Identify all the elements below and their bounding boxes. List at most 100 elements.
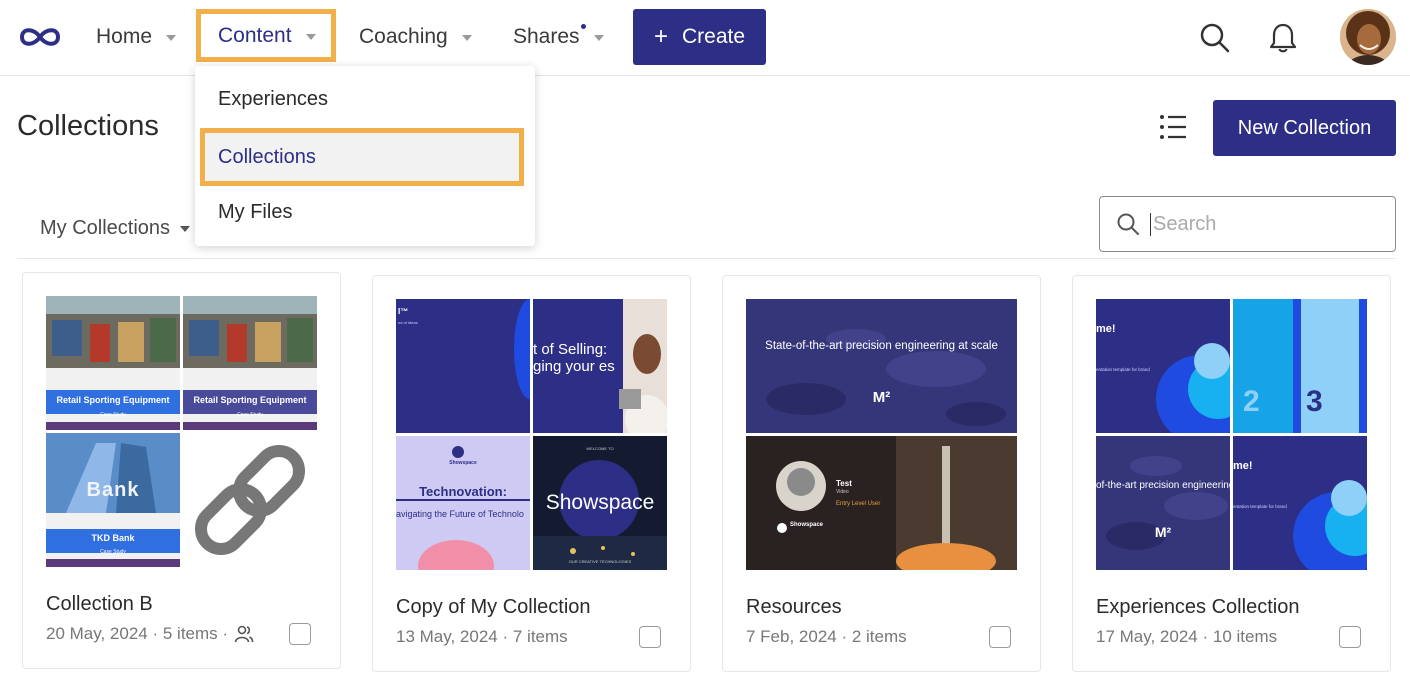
select-checkbox[interactable] — [289, 623, 311, 645]
thumbnail-slide: Showspace Technovation: avigating the Fu… — [396, 436, 530, 570]
thumbnail-slide: of-the-art precision engineering M² — [1096, 436, 1230, 570]
thumbnail-slide: WELCOME TO Showspace OUR CREATIVE TECHNO… — [533, 436, 667, 570]
chevron-down-icon — [461, 35, 472, 41]
thumbnail-slide: me! entation template for brand — [1233, 436, 1367, 570]
thumbnail-title: Retail Sporting Equipment — [193, 395, 307, 405]
collection-card[interactable]: State-of-the-art precision engineering a… — [722, 275, 1041, 672]
bell-icon — [1269, 23, 1297, 53]
collection-card[interactable]: Retail Sporting Equipment Case Study Ret… — [22, 272, 341, 669]
top-navigation: Home Content Coaching Shares + Create — [0, 0, 1410, 76]
search-icon — [1117, 213, 1139, 235]
collection-meta: 17 May, 2024 · 10 items — [1096, 627, 1278, 646]
nav-shares[interactable]: Shares — [513, 14, 604, 60]
thumbnail-retail: Retail Sporting Equipment Case Study — [183, 296, 317, 430]
collection-title: Resources — [746, 596, 842, 618]
thumbnail-number: 2 — [1243, 385, 1260, 418]
thumbnail-text: I™ — [398, 307, 409, 316]
thumbnail-slide: I™ nd of ideas — [396, 299, 530, 433]
thumbnail-sub: Video — [836, 489, 849, 495]
thumbnail-title: TKD Bank — [91, 533, 135, 543]
link-icon — [183, 433, 317, 567]
menu-item-experiences[interactable]: Experiences — [195, 75, 535, 123]
collection-thumbnail-grid: State-of-the-art precision engineering a… — [746, 299, 1017, 570]
chevron-down-icon — [180, 225, 191, 232]
list-view-button[interactable] — [1158, 112, 1188, 142]
collection-thumbnail-grid: Retail Sporting Equipment Case Study Ret… — [46, 296, 317, 567]
infinity-logo-icon[interactable] — [16, 22, 64, 52]
collection-thumbnail-grid: me! entation template for brand 2 3 of-t… — [1096, 299, 1367, 570]
plus-icon: + — [653, 23, 668, 50]
thumbnail-subtitle: avigating the Future of Technolo — [396, 509, 524, 519]
shared-users-icon — [234, 625, 254, 643]
divider — [17, 258, 1396, 259]
nav-home[interactable]: Home — [96, 14, 177, 60]
nav-shares-label: Shares — [513, 25, 580, 48]
notification-dot — [581, 24, 586, 29]
thumbnail-brand: Showspace — [790, 522, 824, 528]
thumbnail-subtitle: Case Study — [100, 549, 126, 555]
avatar[interactable] — [1340, 9, 1396, 65]
select-checkbox[interactable] — [1339, 626, 1361, 648]
collections-filter-dropdown[interactable]: My Collections — [40, 217, 191, 240]
create-button-label: Create — [681, 25, 746, 48]
collection-card[interactable]: me! entation template for brand 2 3 of-t… — [1072, 275, 1391, 672]
thumbnail-text: me! — [1096, 323, 1116, 335]
search-input[interactable] — [1150, 212, 1370, 236]
thumbnail-number: 3 — [1306, 385, 1323, 418]
create-button[interactable]: + Create — [633, 9, 766, 65]
thumbnail-brand: Showspace — [449, 460, 477, 466]
collection-meta: 20 May, 2024 · 5 items · — [46, 624, 254, 644]
thumbnail-text: State-of-the-art precision engineering a… — [765, 340, 998, 352]
thumbnail-subtitle: Case Study — [100, 412, 126, 418]
nav-home-label: Home — [96, 25, 153, 48]
thumbnail-text: me! — [1233, 460, 1253, 472]
menu-item-collections[interactable]: Collections — [200, 128, 524, 186]
thumbnail-logo-text: M² — [1154, 524, 1172, 540]
thumbnail-top-text: WELCOME TO — [586, 446, 614, 451]
search-field[interactable] — [1099, 196, 1396, 252]
thumbnail-role: Entry Level User — [836, 501, 881, 507]
thumbnail-retail: Retail Sporting Equipment Case Study — [46, 296, 180, 430]
thumbnail-name: Test — [836, 479, 852, 488]
collection-title: Experiences Collection — [1096, 596, 1300, 618]
thumbnail-subtitle: Case Study — [237, 412, 263, 418]
thumbnail-text: t of Selling: ging your es — [533, 341, 615, 375]
nav-content-label: Content — [218, 23, 292, 47]
collection-title: Copy of My Collection — [396, 596, 591, 618]
nav-coaching-label: Coaching — [359, 25, 448, 48]
chevron-down-icon — [305, 33, 316, 40]
search-button[interactable] — [1195, 18, 1235, 58]
list-view-icon — [1160, 115, 1186, 139]
nav-content[interactable]: Content — [196, 9, 336, 62]
collection-meta-text: 20 May, 2024 · 5 items · — [46, 624, 229, 643]
thumbnail-bottom-text: OUR CREATIVE TECHNOLOGIES — [568, 559, 632, 564]
thumbnail-logo-text: M² — [872, 389, 891, 406]
select-checkbox[interactable] — [639, 626, 661, 648]
collection-meta: 7 Feb, 2024 · 2 items — [746, 627, 907, 646]
thumbnail-subtext: nd of ideas — [398, 320, 418, 325]
chevron-down-icon — [593, 35, 604, 41]
thumbnail-bank: Bank TKD Bank Case Study — [46, 433, 180, 567]
thumbnail-text: of-the-art precision engineering — [1096, 480, 1230, 491]
filter-label: My Collections — [40, 217, 171, 239]
thumbnail-slide: State-of-the-art precision engineering a… — [746, 299, 1017, 433]
thumbnail-subtext: entation template for brand — [1096, 367, 1150, 372]
thumbnail-slide: t of Selling: ging your es — [533, 299, 667, 433]
collection-meta: 13 May, 2024 · 7 items — [396, 627, 568, 646]
thumbnail-sign-text: Bank — [86, 479, 140, 501]
page-title: Collections — [17, 110, 159, 142]
collection-title: Collection B — [46, 593, 153, 615]
collection-thumbnail-grid: I™ nd of ideas t of Selling: ging your e… — [396, 299, 667, 570]
chevron-down-icon — [166, 35, 177, 41]
thumbnail-slide: Test Video Entry Level User Showspace — [746, 436, 1017, 570]
collection-card[interactable]: I™ nd of ideas t of Selling: ging your e… — [372, 275, 691, 672]
nav-coaching[interactable]: Coaching — [359, 14, 472, 60]
menu-item-my-files[interactable]: My Files — [195, 188, 535, 236]
thumbnail-title: Technovation: — [419, 484, 507, 499]
new-collection-button[interactable]: New Collection — [1213, 100, 1396, 156]
notifications-button[interactable] — [1263, 18, 1303, 58]
select-checkbox[interactable] — [989, 626, 1011, 648]
thumbnail-subtext: entation template for brand — [1233, 504, 1287, 509]
thumbnail-slide: 2 3 — [1233, 299, 1367, 433]
content-dropdown-menu: Experiences Collections My Files — [195, 66, 535, 246]
